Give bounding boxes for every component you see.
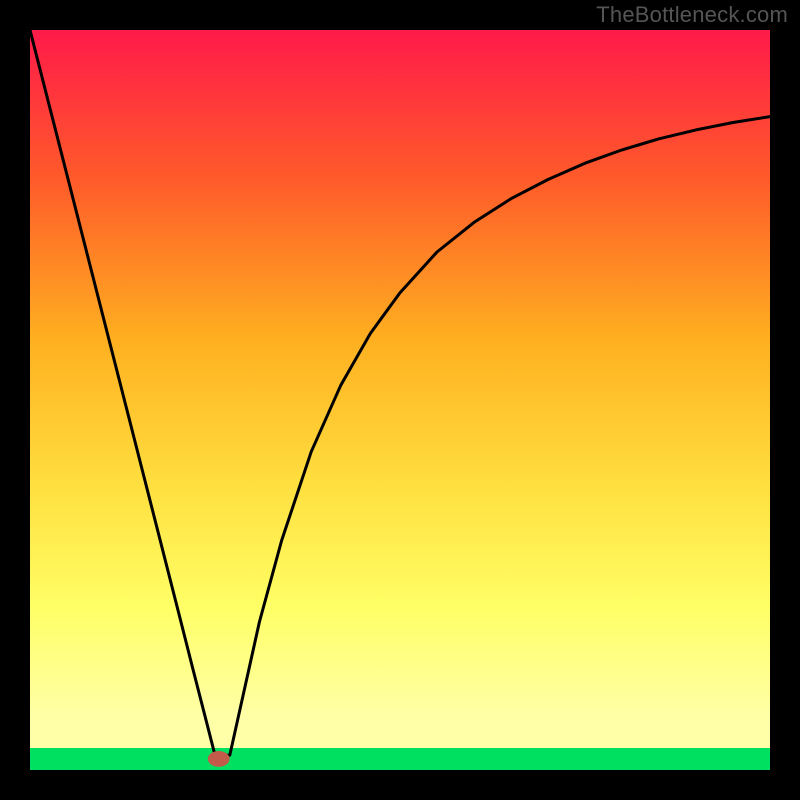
plot-area: [30, 30, 770, 770]
gradient-background: [30, 30, 770, 770]
brand-watermark: TheBottleneck.com: [596, 2, 788, 28]
chart-frame: TheBottleneck.com: [0, 0, 800, 800]
optimal-marker-icon: [208, 752, 229, 767]
chart-svg: [30, 30, 770, 770]
